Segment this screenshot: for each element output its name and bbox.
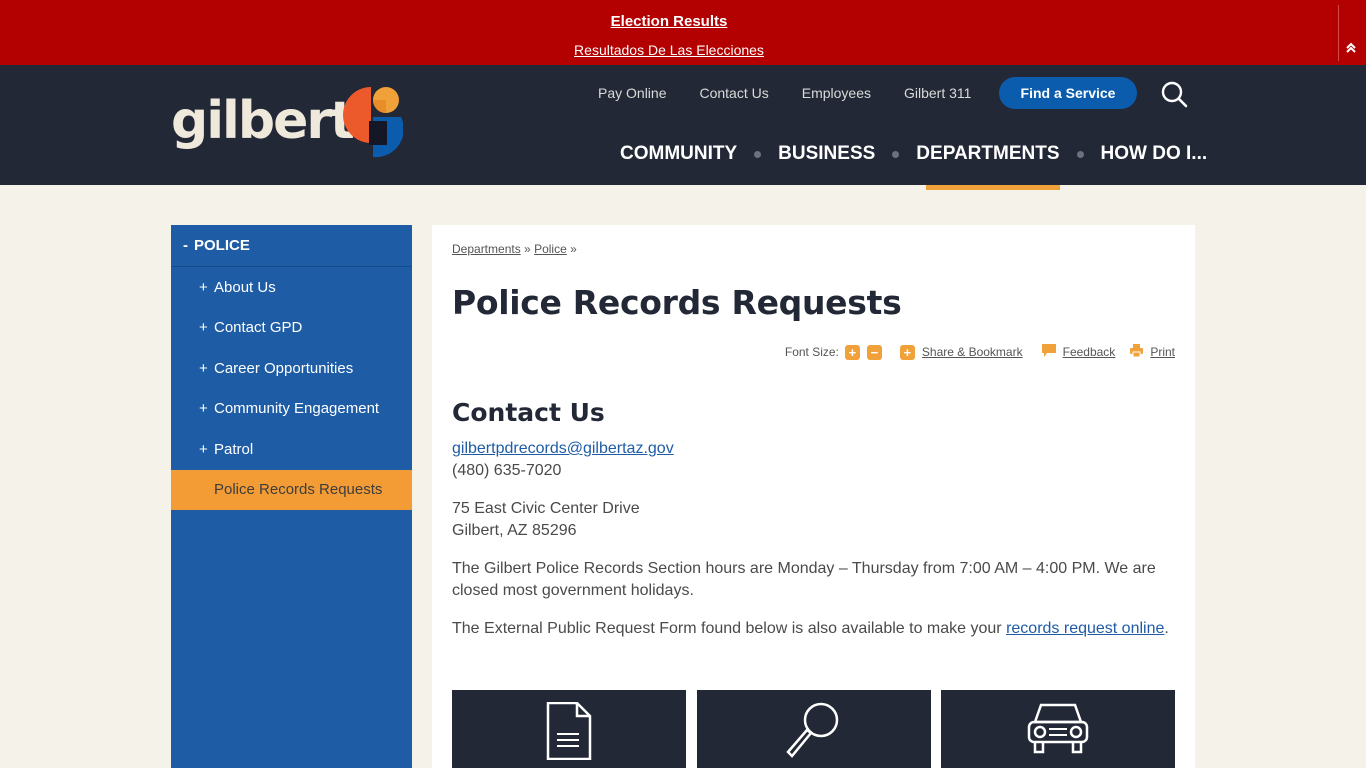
breadcrumb-separator: » xyxy=(570,242,577,256)
section-title-contact: Contact Us xyxy=(452,398,605,427)
sidebar-item-police-records-requests[interactable]: Police Records Requests xyxy=(171,469,412,510)
font-increase-button[interactable]: + xyxy=(844,344,860,360)
utility-link-pay-online[interactable]: Pay Online xyxy=(598,85,666,101)
alert-links: Election Results Resultados De Las Elecc… xyxy=(0,0,1338,65)
search-icon[interactable] xyxy=(1159,80,1189,110)
hours-text: The Gilbert Police Records Section hours… xyxy=(452,560,1156,599)
site-header: gilbert Pay Online Contact Us Employees … xyxy=(0,65,1366,190)
sidebar-nav: - POLICE + About Us + Contact GPD + Care… xyxy=(171,225,412,768)
sidebar-item-contact-gpd[interactable]: + Contact GPD xyxy=(171,308,412,349)
feedback-link[interactable]: Feedback xyxy=(1063,345,1116,359)
nav-how-do-i[interactable]: HOW DO I... xyxy=(1101,143,1208,165)
expand-icon[interactable]: + xyxy=(199,360,214,377)
font-size-label: Font Size: xyxy=(784,345,839,359)
nav-business[interactable]: BUSINESS xyxy=(778,143,875,165)
breadcrumb-departments[interactable]: Departments xyxy=(452,242,521,256)
utility-link-contact-us[interactable]: Contact Us xyxy=(699,85,768,101)
sidebar-item-label: Career Opportunities xyxy=(214,359,354,377)
breadcrumb-police[interactable]: Police xyxy=(534,242,567,256)
alert-divider xyxy=(1338,5,1339,61)
feedback-icon xyxy=(1041,343,1057,361)
print-link[interactable]: Print xyxy=(1150,345,1175,359)
collapse-icon: - xyxy=(183,237,188,254)
form-text: The External Public Request Form found b… xyxy=(452,620,1007,637)
main-nav: COMMUNITY BUSINESS DEPARTMENTS HOW DO I.… xyxy=(620,143,1208,190)
logo-mark-icon xyxy=(343,87,403,158)
alert-bar: Election Results Resultados De Las Elecc… xyxy=(0,0,1366,65)
sidebar-item-community-engagement[interactable]: + Community Engagement xyxy=(171,389,412,430)
utility-link-employees[interactable]: Employees xyxy=(802,85,871,101)
period: . xyxy=(1164,620,1169,637)
share-bookmark-link[interactable]: Share & Bookmark xyxy=(922,345,1023,359)
car-icon xyxy=(1027,703,1089,754)
main-content: Departments » Police » Police Records Re… xyxy=(432,225,1195,768)
sidebar-item-label: About Us xyxy=(214,278,276,296)
expand-icon[interactable]: + xyxy=(199,441,214,458)
phone-number: (480) 635-7020 xyxy=(452,462,562,479)
page-title: Police Records Requests xyxy=(452,283,902,322)
expand-icon[interactable]: + xyxy=(199,400,214,417)
sidebar-heading-label: POLICE xyxy=(194,237,250,254)
election-results-link[interactable]: Election Results xyxy=(0,13,1338,30)
sidebar-item-label: Contact GPD xyxy=(214,319,303,337)
nav-separator xyxy=(1076,150,1084,158)
document-icon xyxy=(546,702,592,760)
breadcrumb: Departments » Police » xyxy=(452,242,577,256)
logo-wordmark: gilbert xyxy=(171,91,355,151)
records-request-online-link[interactable]: records request online xyxy=(1006,620,1164,637)
share-plus-icon: + xyxy=(899,344,915,360)
print-icon xyxy=(1129,343,1144,361)
magnifier-icon xyxy=(785,702,838,758)
double-chevron-up-icon[interactable] xyxy=(1340,38,1362,60)
expand-icon[interactable]: + xyxy=(199,319,214,336)
form-paragraph: The External Public Request Form found b… xyxy=(452,618,1177,640)
sidebar-item-label: Police Records Requests xyxy=(214,481,383,499)
sidebar-item-label: Patrol xyxy=(214,440,254,458)
address-line-1: 75 East Civic Center Drive xyxy=(452,500,640,517)
utility-nav: Pay Online Contact Us Employees Gilbert … xyxy=(598,77,1004,109)
breadcrumb-separator: » xyxy=(524,242,531,256)
nav-community[interactable]: COMMUNITY xyxy=(620,143,737,165)
sidebar-item-label: Community Engagement xyxy=(214,400,380,418)
tile-document[interactable] xyxy=(452,690,686,768)
sidebar-heading-police[interactable]: - POLICE xyxy=(171,225,412,267)
expand-icon[interactable]: + xyxy=(199,279,214,296)
address-line-2: Gilbert, AZ 85296 xyxy=(452,522,577,539)
tile-search[interactable] xyxy=(696,690,931,768)
utility-link-gilbert-311[interactable]: Gilbert 311 xyxy=(904,85,971,101)
sidebar-item-patrol[interactable]: + Patrol xyxy=(171,429,412,470)
resultados-link[interactable]: Resultados De Las Elecciones xyxy=(0,42,1338,58)
address-block: 75 East Civic Center Drive Gilbert, AZ 8… xyxy=(452,498,1177,542)
nav-separator xyxy=(892,150,900,158)
nav-departments[interactable]: DEPARTMENTS xyxy=(916,143,1060,190)
service-tiles xyxy=(452,690,1175,768)
contact-block: gilbertpdrecords@gilbertaz.gov (480) 635… xyxy=(452,438,1177,482)
font-decrease-button[interactable]: − xyxy=(866,344,882,360)
nav-separator xyxy=(754,150,762,158)
tile-vehicle[interactable] xyxy=(941,690,1175,768)
sidebar-item-about-us[interactable]: + About Us xyxy=(171,267,412,308)
find-a-service-button[interactable]: Find a Service xyxy=(999,77,1137,109)
email-link[interactable]: gilbertpdrecords@gilbertaz.gov xyxy=(452,440,674,457)
gilbert-logo[interactable]: gilbert xyxy=(171,85,406,165)
sidebar-item-career-opportunities[interactable]: + Career Opportunities xyxy=(171,348,412,389)
page-tools: Font Size: + − + Share & Bookmark Feedba… xyxy=(785,343,1175,361)
